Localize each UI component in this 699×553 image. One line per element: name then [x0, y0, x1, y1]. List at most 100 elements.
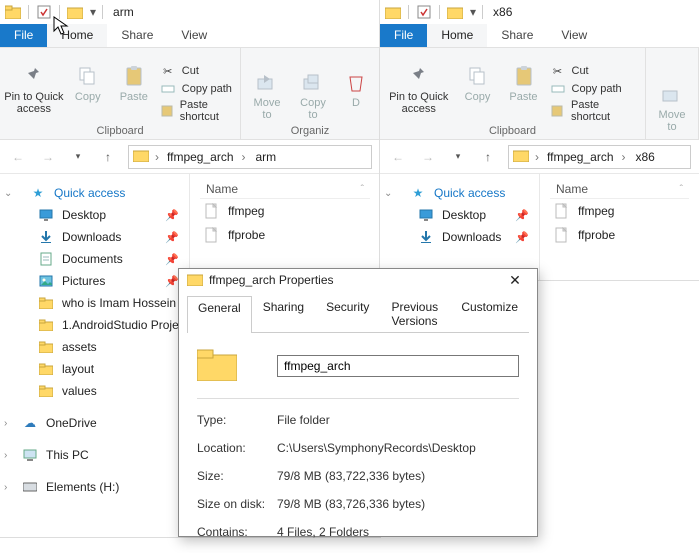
up-button[interactable]: ↑ [478, 147, 498, 167]
paste-shortcut-button[interactable]: Paste shortcut [160, 99, 234, 123]
file-list: Name ˆ ffmpegffprobe [540, 174, 699, 280]
chevron-down-icon[interactable]: ⌄ [4, 188, 12, 199]
tab-home[interactable]: Home [47, 24, 107, 47]
folder-icon [384, 3, 402, 21]
crumb-current[interactable]: x86 [634, 150, 657, 164]
nav-quick-access[interactable]: ⌄ ★ Quick access [0, 182, 189, 204]
pin-indicator-icon: 📌 [165, 209, 179, 222]
copy-path-button[interactable]: Copy path [550, 81, 640, 97]
prop-value: File folder [277, 413, 519, 427]
crumb-current[interactable]: arm [254, 150, 279, 164]
tab-share[interactable]: Share [487, 24, 547, 47]
nav-item[interactable]: who is Imam Hossein [0, 292, 189, 314]
tab-home[interactable]: Home [427, 24, 487, 47]
column-header-name[interactable]: Name ˆ [200, 180, 370, 199]
chevron-right-icon[interactable]: › [4, 482, 7, 493]
dialog-tab-security[interactable]: Security [315, 295, 380, 332]
nav-item[interactable]: Desktop📌 [380, 204, 539, 226]
qat-overflow-icon[interactable]: ▾ [90, 5, 96, 19]
nav-drive-elements[interactable]: › Elements (H:) [0, 476, 189, 498]
crumb-parent[interactable]: ffmpeg_arch [545, 150, 628, 164]
recent-nav-icon[interactable]: ▾ [448, 147, 468, 167]
delete-icon [343, 69, 369, 95]
nav-item-label: assets [62, 340, 97, 354]
paste-icon [511, 63, 537, 89]
nav-quick-access[interactable]: ⌄ ★ Quick access [380, 182, 539, 204]
back-button[interactable]: ← [388, 147, 408, 167]
folder-name-input[interactable] [277, 355, 519, 377]
folder-icon [38, 295, 54, 311]
forward-button[interactable]: → [38, 147, 58, 167]
dialog-tab-customize[interactable]: Customize [450, 295, 529, 332]
up-button[interactable]: ↑ [98, 147, 118, 167]
paste-shortcut-button[interactable]: Paste shortcut [550, 99, 640, 123]
qat-properties-icon[interactable] [415, 3, 433, 21]
prop-label: Size on disk: [197, 497, 277, 511]
nav-this-pc[interactable]: › This PC [0, 444, 189, 466]
close-button[interactable]: ✕ [501, 269, 529, 291]
move-to-button[interactable]: Move to [247, 67, 287, 123]
nav-item[interactable]: Pictures📌 [0, 270, 189, 292]
tab-file[interactable]: File [0, 24, 47, 47]
tab-view[interactable]: View [547, 24, 601, 47]
paste-shortcut-icon [550, 103, 565, 119]
folder-small-icon [446, 3, 464, 21]
chevron-right-icon[interactable]: › [4, 418, 7, 429]
file-item[interactable]: ffmpeg [200, 199, 370, 223]
onedrive-icon: ☁ [22, 415, 38, 431]
crumb-parent[interactable]: ffmpeg_arch [165, 150, 248, 164]
dialog-tab-previous-versions[interactable]: Previous Versions [380, 295, 450, 332]
delete-button-partial[interactable]: D [339, 67, 373, 111]
nav-onedrive[interactable]: › ☁ OneDrive [0, 412, 189, 434]
cut-button[interactable]: ✂Cut [160, 63, 234, 79]
pin-to-quick-access-button[interactable]: Pin to Quick access [386, 61, 452, 117]
copy-to-button[interactable]: Copy to [293, 67, 333, 123]
recent-nav-icon[interactable]: ▾ [68, 147, 88, 167]
forward-button[interactable]: → [418, 147, 438, 167]
file-item[interactable]: ffprobe [200, 223, 370, 247]
breadcrumb[interactable]: › ffmpeg_arch arm [128, 145, 372, 169]
nav-item[interactable]: Desktop📌 [0, 204, 189, 226]
copy-button[interactable]: Copy [458, 61, 498, 105]
nav-item-label: Pictures [62, 274, 105, 288]
nav-item[interactable]: Downloads📌 [0, 226, 189, 248]
sort-indicator-icon: ˆ [361, 184, 364, 195]
paste-icon [121, 63, 147, 89]
file-item[interactable]: ffmpeg [550, 199, 689, 223]
dialog-tab-general[interactable]: General [187, 296, 252, 333]
nav-item[interactable]: assets [0, 336, 189, 358]
breadcrumb[interactable]: › ffmpeg_arch x86 [508, 145, 691, 169]
chevron-right-icon[interactable]: › [4, 450, 7, 461]
tab-file[interactable]: File [380, 24, 427, 47]
back-button[interactable]: ← [8, 147, 28, 167]
nav-item[interactable]: layout [0, 358, 189, 380]
pin-to-quick-access-button[interactable]: Pin to Quick access [6, 61, 62, 117]
column-header-name[interactable]: Name ˆ [550, 180, 689, 199]
star-icon: ★ [410, 185, 426, 201]
ribbon: Pin to Quick access Copy Paste ✂Cut Copy… [0, 48, 380, 140]
qat-overflow-icon[interactable]: ▾ [470, 5, 476, 19]
tab-view[interactable]: View [167, 24, 221, 47]
dialog-tab-sharing[interactable]: Sharing [252, 295, 315, 332]
file-item[interactable]: ffprobe [550, 223, 689, 247]
chevron-down-icon[interactable]: ⌄ [384, 188, 392, 199]
move-to-button[interactable]: Move to [652, 79, 692, 135]
copy-path-button[interactable]: Copy path [160, 81, 234, 97]
qat-properties-icon[interactable] [35, 3, 53, 21]
pin-indicator-icon: 📌 [515, 209, 529, 222]
file-icon [204, 203, 220, 219]
paste-button[interactable]: Paste [504, 61, 544, 105]
nav-item-label: Downloads [62, 230, 121, 244]
cut-button[interactable]: ✂Cut [550, 63, 640, 79]
nav-item[interactable]: 1.AndroidStudio Proje [0, 314, 189, 336]
nav-item[interactable]: Documents📌 [0, 248, 189, 270]
nav-item[interactable]: values [0, 380, 189, 402]
nav-item[interactable]: Downloads📌 [380, 226, 539, 248]
dialog-tabs: GeneralSharingSecurityPrevious VersionsC… [187, 295, 529, 333]
star-icon: ★ [30, 185, 46, 201]
copy-button[interactable]: Copy [68, 61, 108, 105]
folder-icon [187, 272, 203, 289]
tab-share[interactable]: Share [107, 24, 167, 47]
paste-button[interactable]: Paste [114, 61, 154, 105]
prop-label: Type: [197, 413, 277, 427]
